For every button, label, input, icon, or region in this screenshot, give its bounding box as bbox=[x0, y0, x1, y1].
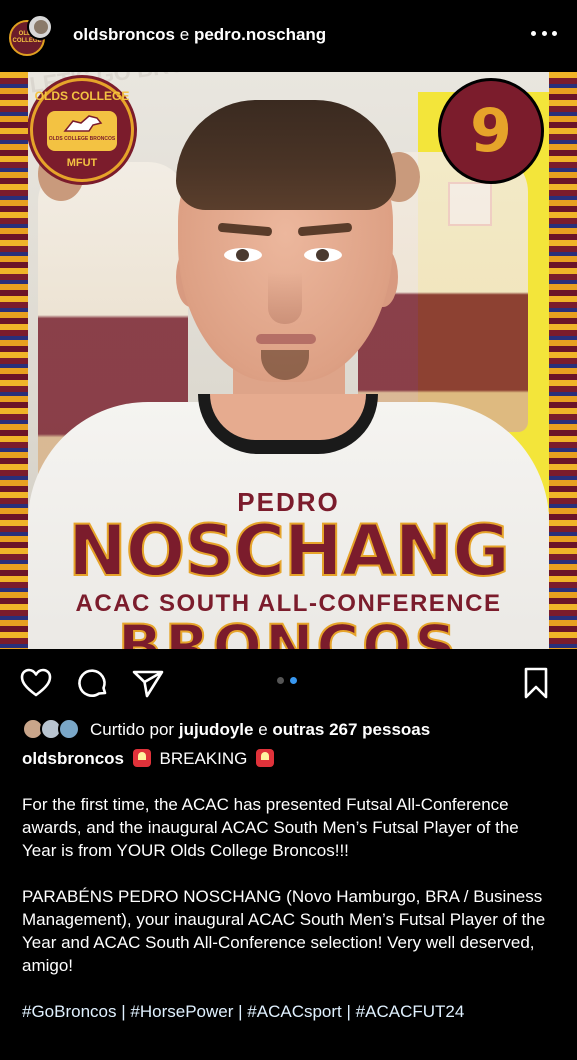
post-graphic: LET'S GO BRONCOS | LET'S RIDE | HORSEPOW… bbox=[28, 72, 549, 649]
post-actions bbox=[0, 660, 577, 706]
more-horizontal-icon[interactable] bbox=[531, 28, 557, 38]
carousel-dot-2 bbox=[290, 677, 297, 684]
hashtag-separator: | bbox=[121, 1002, 126, 1021]
likes-middle: e bbox=[258, 720, 268, 739]
header-usernames: oldsbroncos e pedro.noschang bbox=[73, 24, 326, 46]
username-pedro[interactable]: pedro.noschang bbox=[194, 25, 326, 44]
siren-icon bbox=[132, 749, 151, 767]
carousel-dot-1 bbox=[277, 677, 284, 684]
player-hair bbox=[176, 100, 396, 210]
hashtag-separator: | bbox=[346, 1002, 351, 1021]
likes-prefix: Curtido por bbox=[90, 720, 175, 739]
caption-headline-line: oldsbroncos BREAKING bbox=[22, 747, 557, 770]
hashtag-link[interactable]: #ACACFUT24 bbox=[356, 1002, 465, 1021]
likes-others[interactable]: outras 267 pessoas bbox=[272, 720, 430, 739]
caption-paragraph-2: PARABÉNS PEDRO NOSCHANG (Novo Hamburgo, … bbox=[22, 887, 546, 975]
logo-top-text: OLDS COLLEGE bbox=[34, 89, 130, 103]
send-icon[interactable] bbox=[131, 666, 165, 700]
siren-icon bbox=[256, 749, 275, 767]
liker-avatars bbox=[22, 718, 86, 742]
hashtag-link[interactable]: #ACACsport bbox=[247, 1002, 341, 1021]
player-nose bbox=[268, 272, 302, 324]
hashtag-link[interactable]: #GoBroncos bbox=[22, 1002, 117, 1021]
avatar-pedro[interactable] bbox=[27, 14, 53, 40]
liker-username[interactable]: jujudoyle bbox=[179, 720, 254, 739]
likes-row[interactable]: Curtido por jujudoyle e outras 267 pesso… bbox=[22, 718, 562, 742]
post-header: OLDS COLLEGE oldsbroncos e pedro.noschan… bbox=[0, 0, 577, 70]
logo-bottom-text: MFUT bbox=[66, 157, 98, 169]
username-oldsbroncos[interactable]: oldsbroncos bbox=[73, 25, 175, 44]
hashtag-link[interactable]: #HorsePower bbox=[130, 1002, 233, 1021]
liker-avatar bbox=[58, 718, 80, 740]
likes-text: Curtido por jujudoyle e outras 267 pesso… bbox=[90, 720, 430, 740]
carousel-indicator bbox=[277, 677, 297, 684]
bronco-horse-icon bbox=[63, 115, 103, 132]
post-caption: oldsbroncos BREAKING For the first time,… bbox=[22, 747, 557, 1046]
hashtag-separator: | bbox=[238, 1002, 243, 1021]
player-mouth bbox=[256, 334, 316, 344]
caption-username[interactable]: oldsbroncos bbox=[22, 749, 124, 768]
player-eye-right bbox=[304, 248, 342, 262]
post-image[interactable]: LET'S GO BRONCOS | LET'S RIDE | HORSEPOW… bbox=[0, 72, 577, 649]
caption-paragraph-1: For the first time, the ACAC has present… bbox=[22, 795, 519, 860]
comment-icon[interactable] bbox=[76, 666, 110, 700]
caption-hashtags: #GoBroncos | #HorsePower | #ACACsport | … bbox=[22, 1000, 557, 1023]
heart-icon[interactable] bbox=[19, 666, 53, 700]
username-conjunction: e bbox=[179, 25, 190, 44]
olds-college-logo: OLDS COLLEGE OLDS COLLEGE BRONCOS MFUT bbox=[30, 78, 134, 182]
caption-headline: BREAKING bbox=[159, 749, 248, 768]
jersey-number-badge: 9 bbox=[438, 78, 544, 184]
bookmark-icon[interactable] bbox=[519, 666, 553, 700]
player-last-name: NOSCHANG bbox=[67, 509, 511, 593]
collab-avatars[interactable]: OLDS COLLEGE bbox=[9, 14, 53, 56]
player-eye-left bbox=[224, 248, 262, 262]
logo-middle-text: OLDS COLLEGE BRONCOS bbox=[48, 136, 116, 142]
team-word: BRONCOS bbox=[117, 611, 460, 649]
